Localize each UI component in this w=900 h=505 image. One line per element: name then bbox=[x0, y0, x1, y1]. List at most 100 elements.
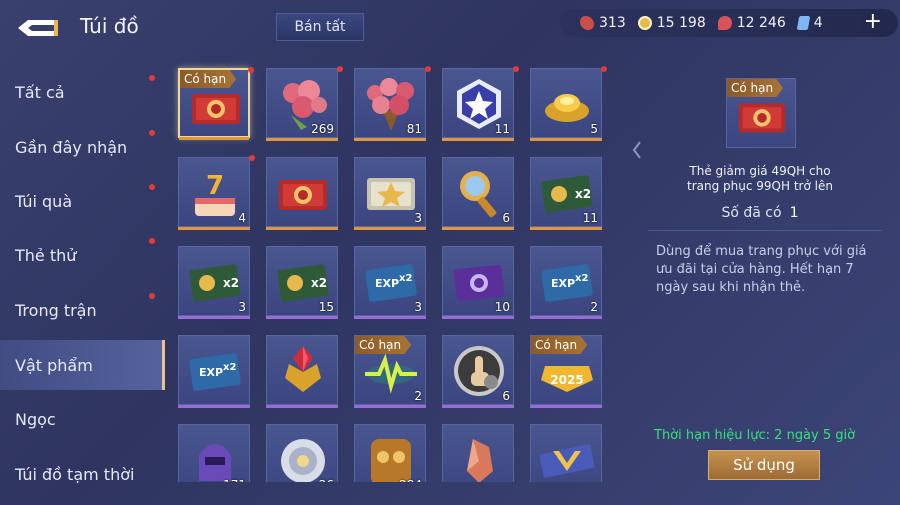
sidebar-item-temp-bag[interactable]: Túi đồ tạm thời bbox=[0, 449, 165, 499]
grid-item-magnifier-key[interactable]: 6 bbox=[442, 157, 514, 230]
notification-dot bbox=[249, 155, 255, 161]
item-quantity: 11 bbox=[494, 122, 510, 136]
grid-item-gold-chevron-ticket[interactable] bbox=[530, 424, 602, 482]
grid-item-silver-orb[interactable]: 26 bbox=[266, 424, 338, 482]
svg-text:x2: x2 bbox=[575, 187, 591, 201]
grid-item-exp-x2-card[interactable]: EXP x2 2 bbox=[530, 246, 602, 319]
gold-armor-icon bbox=[371, 439, 411, 482]
sidebar-item-trial-cards[interactable]: Thẻ thử bbox=[0, 230, 165, 280]
svg-text:EXP: EXP bbox=[375, 277, 399, 290]
grid-item-big-rose-bouquet[interactable]: 81 bbox=[354, 66, 431, 141]
currency-value: 4 bbox=[813, 15, 823, 31]
rarity-bar bbox=[530, 138, 602, 141]
grid-item-heartbeat[interactable]: Có hạn 2 bbox=[354, 335, 426, 408]
grid-item-purple-emblem-card[interactable]: 10 bbox=[442, 246, 514, 319]
item-detail-panel: Có hạn Thẻ giảm giá 49QH cho trang phục … bbox=[630, 60, 900, 505]
svg-text:EXP: EXP bbox=[199, 366, 223, 379]
sidebar-item-label: Túi đồ tạm thời bbox=[15, 464, 135, 484]
rarity-bar bbox=[442, 405, 514, 408]
item-quantity: 2 bbox=[590, 300, 598, 314]
grid-item-star-ticket[interactable]: 3 bbox=[354, 157, 426, 230]
item-quantity: 3 bbox=[414, 211, 422, 225]
sidebar-item-in-match[interactable]: Trong trận bbox=[0, 285, 165, 335]
sidebar-item-gift-bag[interactable]: Túi quà bbox=[0, 176, 165, 226]
notification-dot bbox=[149, 293, 155, 299]
rarity-bar bbox=[354, 405, 426, 408]
top-bar: Túi đồ Bán tất 313 15 198 12 246 4 + bbox=[0, 0, 900, 52]
owned-label: Số đã có bbox=[721, 205, 782, 221]
item-quantity: 171 bbox=[223, 478, 246, 482]
grid-item-exp-x2-card[interactable]: EXP x2 bbox=[178, 335, 250, 408]
grid-item-red-gem-shield[interactable] bbox=[266, 335, 338, 408]
currency-value: 15 198 bbox=[656, 15, 706, 31]
detail-item-icon: Có hạn bbox=[726, 78, 796, 148]
rarity-bar bbox=[442, 227, 514, 230]
rarity-bar bbox=[179, 137, 249, 140]
add-currency-button[interactable]: + bbox=[864, 11, 882, 33]
magnifier-key-icon bbox=[460, 171, 497, 218]
limited-tag: Có hạn bbox=[355, 336, 412, 354]
rarity-bar bbox=[266, 405, 338, 408]
star-ticket-icon bbox=[367, 178, 415, 210]
currency-feather: 313 bbox=[580, 15, 626, 31]
grid-item-gold-x2-card[interactable]: x2 3 bbox=[178, 246, 250, 319]
rarity-bar bbox=[530, 316, 602, 319]
back-arrow-icon[interactable] bbox=[14, 14, 62, 42]
red-feather-icon bbox=[580, 16, 594, 30]
sidebar-item-label: Vật phẩm bbox=[15, 355, 93, 375]
item-quantity: 11 bbox=[582, 211, 598, 225]
sidebar-item-recent[interactable]: Gần đây nhận bbox=[0, 122, 165, 172]
currency-gem: 12 246 bbox=[717, 15, 786, 31]
sidebar-item-gems[interactable]: Ngọc bbox=[0, 394, 165, 444]
grid-item-discount-ticket[interactable]: Có hạn bbox=[178, 67, 254, 140]
notification-dot bbox=[248, 67, 254, 73]
svg-text:7: 7 bbox=[206, 171, 224, 201]
tap-finger-icon bbox=[454, 346, 504, 396]
grid-item-exp-x2-card[interactable]: EXP x2 3 bbox=[354, 246, 426, 319]
sidebar-item-label: Tất cả bbox=[15, 82, 65, 102]
grid-item-purple-helmet[interactable]: 171 bbox=[178, 424, 250, 482]
expiry-text: Thời hạn hiệu lực: 2 ngày 5 giờ bbox=[654, 428, 856, 443]
svg-text:2025: 2025 bbox=[550, 373, 583, 387]
page-title: Túi đồ bbox=[80, 14, 139, 38]
purple-helmet-icon bbox=[199, 444, 231, 481]
svg-text:x2: x2 bbox=[311, 276, 327, 290]
grid-item-orange-crystal[interactable] bbox=[442, 424, 514, 482]
grid-item-star-badge[interactable]: 11 bbox=[442, 66, 519, 141]
grid-item-gold-x2-card[interactable]: x2 11 bbox=[530, 157, 602, 230]
item-quantity: 10 bbox=[494, 300, 510, 314]
sell-all-button[interactable]: Bán tất bbox=[276, 13, 364, 41]
rarity-bar bbox=[442, 316, 514, 319]
svg-text:x2: x2 bbox=[399, 273, 412, 284]
sidebar-item-label: Trong trận bbox=[15, 300, 97, 320]
item-quantity: 284 bbox=[399, 478, 422, 482]
item-quantity: 3 bbox=[238, 300, 246, 314]
notification-dot bbox=[149, 238, 155, 244]
grid-item-tap-finger[interactable]: 6 bbox=[442, 335, 514, 408]
currency-bar: 313 15 198 12 246 4 bbox=[560, 9, 898, 37]
item-quantity: 81 bbox=[406, 122, 422, 136]
detail-name-line: Thẻ giảm giá 49QH cho bbox=[689, 164, 831, 178]
item-quantity: 2 bbox=[414, 389, 422, 403]
grid-item-birthday-cake[interactable]: 7 4 bbox=[178, 155, 255, 230]
grid-item-red-ticket[interactable] bbox=[266, 157, 338, 230]
grid-item-gold-armor[interactable]: 284 bbox=[354, 424, 426, 482]
grid-item-gold-2025-badge[interactable]: 2025 Có hạn bbox=[530, 335, 602, 408]
grid-item-rose-bouquet[interactable]: 269 bbox=[266, 66, 343, 141]
rarity-bar bbox=[178, 227, 250, 230]
use-button[interactable]: Sử dụng bbox=[708, 450, 820, 480]
orange-crystal-icon bbox=[467, 439, 493, 482]
grid-item-gold-ingot[interactable]: 5 bbox=[530, 66, 607, 141]
notification-dot bbox=[425, 66, 431, 72]
notification-dot bbox=[149, 75, 155, 81]
exp-x2-card-icon: EXP x2 bbox=[541, 264, 593, 302]
exp-x2-card-icon: EXP x2 bbox=[189, 353, 241, 391]
notification-dot bbox=[601, 66, 607, 72]
red-ticket-icon bbox=[279, 180, 327, 210]
gold-chevron-ticket-icon bbox=[539, 444, 595, 478]
exp-x2-card-icon: EXP x2 bbox=[365, 264, 417, 302]
grid-item-gold-x2-card[interactable]: x2 15 bbox=[266, 246, 338, 319]
sidebar-item-all[interactable]: Tất cả bbox=[0, 67, 165, 117]
sidebar-item-items[interactable]: Vật phẩm bbox=[0, 340, 165, 390]
currency-value: 313 bbox=[599, 15, 626, 31]
